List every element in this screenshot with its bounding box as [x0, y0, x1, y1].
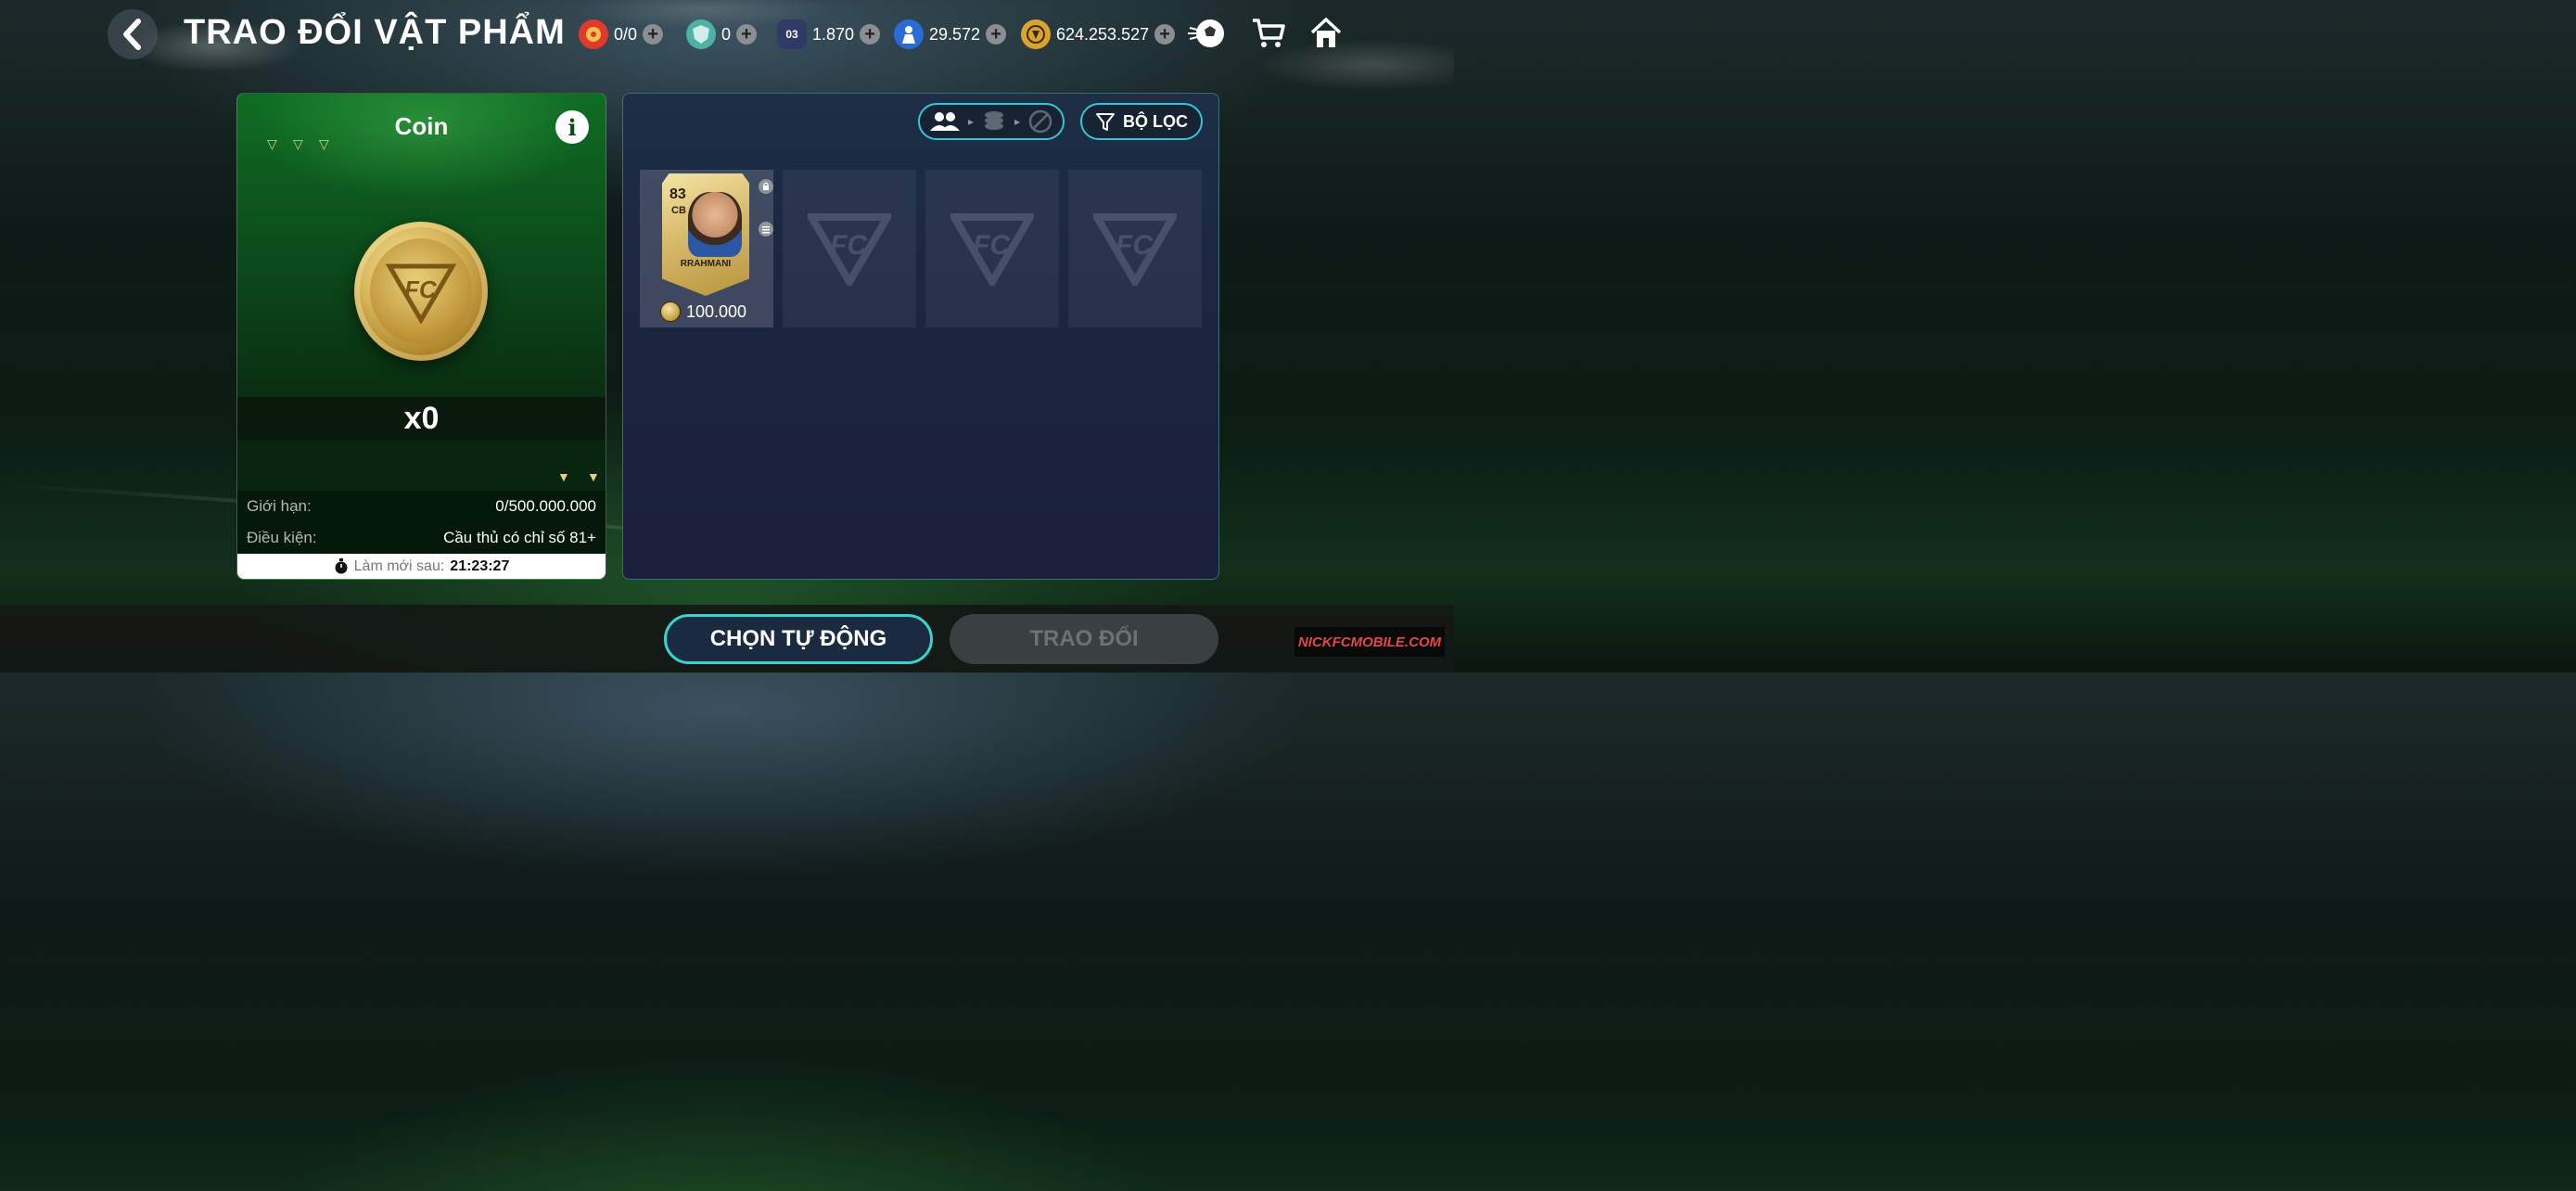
player-price-value: 100.000	[686, 301, 747, 321]
empty-slot[interactable]: FC	[1068, 170, 1202, 327]
decor-triangle-icon: ▽	[293, 136, 303, 151]
refresh-label: Làm mới sau:	[353, 557, 445, 574]
auto-select-button[interactable]: CHỌN TỰ ĐỘNG	[664, 614, 933, 664]
gold-gear-icon	[579, 19, 608, 49]
exchange-info: Giới hạn: 0/500.000.000 Điều kiện: Cầu t…	[237, 491, 606, 554]
chevron-right-icon: ▸	[1014, 115, 1020, 128]
currency-gear-value: 0/0	[614, 24, 638, 44]
card-pack-badge: 03	[785, 28, 798, 41]
currency-card-value: 1.870	[812, 24, 855, 44]
limit-value: 0/500.000.000	[495, 497, 596, 515]
svg-text:FC: FC	[830, 230, 868, 261]
limit-row: Giới hạn: 0/500.000.000	[237, 491, 606, 522]
no-coin-icon	[1028, 109, 1052, 134]
add-shield-button[interactable]: +	[736, 24, 758, 45]
site-watermark: NICKFCMOBILE.COM	[1294, 627, 1445, 657]
player-slot[interactable]: 83 CB RRAHMANI 100.000	[640, 170, 773, 327]
shield-gem-icon	[686, 19, 716, 49]
chevron-left-icon	[123, 19, 141, 50]
decor-triangle-icon: ▼	[557, 469, 570, 484]
filter-button[interactable]: BỘ LỌC	[1080, 103, 1203, 140]
coin-stack-icon	[984, 111, 1003, 130]
limit-label: Giới hạn:	[247, 497, 312, 515]
currency-player: 29.572 +	[894, 19, 1007, 50]
soccer-ball-button[interactable]	[1187, 15, 1228, 52]
fc-logo-placeholder-icon: FC	[950, 213, 1034, 286]
page-title: TRAO ĐỔI VẬT PHẨM	[184, 13, 566, 52]
empty-slot[interactable]: FC	[783, 170, 916, 327]
players-icon	[929, 112, 960, 131]
stopwatch-icon	[335, 557, 348, 573]
shopping-cart-icon	[1253, 19, 1285, 47]
sort-toggle[interactable]: ▸ ▸	[918, 103, 1065, 140]
funnel-icon	[1096, 113, 1115, 131]
currency-shield: 0 +	[686, 19, 758, 50]
filter-label: BỘ LỌC	[1123, 111, 1188, 131]
home-icon	[1310, 18, 1342, 47]
details-icon[interactable]	[759, 222, 773, 237]
svg-text:FC: FC	[1116, 230, 1154, 261]
currency-coin-value: 624.253.527	[1056, 24, 1150, 44]
fc-coin-large-icon: FC	[354, 222, 488, 361]
trade-button[interactable]: TRAO ĐỔI	[950, 614, 1218, 664]
target-quantity: x0	[237, 397, 606, 440]
add-card-button[interactable]: +	[860, 24, 881, 45]
currency-gear: 0/0 +	[579, 19, 664, 50]
condition-value: Cầu thủ có chỉ số 81+	[443, 529, 596, 546]
back-button[interactable]	[108, 9, 158, 59]
currency-card: 03 1.870 +	[777, 19, 881, 50]
fc-coin-icon	[660, 301, 681, 322]
soccer-ball-icon	[1188, 19, 1224, 47]
add-player-token-button[interactable]: +	[986, 24, 1007, 45]
fc-coin-icon	[1021, 19, 1051, 49]
player-rating: 83	[670, 186, 686, 202]
refresh-timer: Làm mới sau: 21:23:27	[237, 554, 606, 579]
svg-text:FC: FC	[404, 275, 438, 303]
fc-logo-placeholder-icon: FC	[808, 213, 891, 286]
fc-logo-placeholder-icon: FC	[1093, 213, 1177, 286]
player-card[interactable]: 83 CB RRAHMANI	[662, 173, 749, 296]
decor-triangle-icon: ▽	[319, 136, 329, 151]
lock-icon[interactable]	[759, 179, 773, 194]
player-position: CB	[671, 205, 686, 216]
player-price: 100.000	[660, 301, 746, 322]
decor-triangle-icon: ▼	[587, 469, 600, 484]
add-gear-button[interactable]: +	[643, 24, 664, 45]
currency-player-value: 29.572	[929, 24, 981, 44]
decor-triangle-icon: ▽	[267, 136, 277, 151]
condition-row: Điều kiện: Cầu thủ có chỉ số 81+	[237, 522, 606, 554]
refresh-time: 21:23:27	[450, 557, 510, 574]
currency-shield-value: 0	[721, 24, 732, 44]
player-name: RRAHMANI	[680, 259, 732, 269]
condition-label: Điều kiện:	[247, 529, 317, 546]
empty-slot[interactable]: FC	[925, 170, 1059, 327]
currency-coin: 624.253.527 +	[1021, 19, 1176, 50]
svg-text:FC: FC	[973, 230, 1011, 261]
player-token-icon	[894, 19, 924, 49]
add-coin-button[interactable]: +	[1154, 24, 1176, 45]
card-pack-icon: 03	[777, 19, 807, 49]
home-button[interactable]	[1306, 15, 1346, 52]
exchange-target-panel: Coin i ▽ ▽ ▽ FC x0 ▼ ▼ Giới hạn: 0/500.0…	[236, 93, 606, 580]
player-selection-panel: ▸ ▸ BỘ LỌC 83 CB RRAHMANI 100.000 FC FC …	[622, 93, 1219, 580]
shop-button[interactable]	[1248, 15, 1289, 52]
player-portrait	[688, 192, 742, 257]
chevron-right-icon: ▸	[967, 115, 974, 128]
info-icon[interactable]: i	[555, 110, 589, 144]
